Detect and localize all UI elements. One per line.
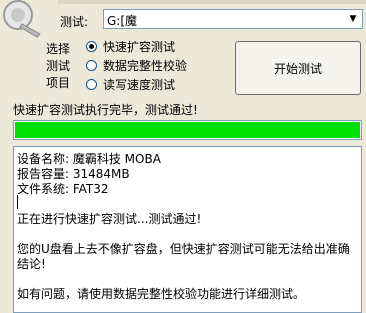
drive-select[interactable]: G:[魔 ▼ [103, 9, 363, 29]
radio-read-write-speed-test[interactable]: 读写速度测试 [86, 76, 175, 93]
drive-value: G:[魔 [107, 14, 138, 28]
log-line: 结论! [17, 257, 46, 271]
mode-label-line: 项目 [46, 76, 71, 90]
radio-data-integrity-check[interactable]: 数据完整性校验 [86, 57, 187, 74]
test-mode-label: 选择 测试 项目 [46, 41, 70, 92]
radio-label: 快速扩容测试 [103, 40, 176, 54]
status-message: 快速扩容测试执行完毕，测试通过! [13, 103, 198, 117]
title-strip [58, 0, 366, 4]
drive-label: 测试: [60, 15, 89, 29]
progress-fill [15, 122, 360, 138]
radio-button[interactable] [86, 41, 97, 52]
radio-label: 读写速度测试 [103, 78, 176, 92]
progress-bar [13, 120, 362, 140]
log-line: 您的U盘看上去不像扩容盘，但快速扩容测试可能无法给出准确 [17, 242, 350, 256]
mode-label-line: 测试 [46, 59, 71, 73]
result-log[interactable]: 设备名称: 魔霸科技 MOBA 报告容量: 31484MB 文件系统: FAT3… [13, 146, 362, 313]
start-test-button[interactable]: 开始测试 [235, 41, 361, 95]
text-cursor [17, 195, 18, 209]
radio-quick-capacity-test[interactable]: 快速扩容测试 [86, 38, 175, 55]
mode-label-line: 选择 [46, 42, 71, 56]
app-logo-icon [3, 0, 41, 38]
radio-button[interactable] [86, 60, 97, 71]
log-line: 正在进行快速扩容测试...测试通过! [17, 212, 202, 226]
log-line: 如有问题，请使用数据完整性校验功能进行详细测试。 [17, 287, 306, 301]
log-line: 文件系统: FAT32 [17, 182, 109, 196]
radio-button[interactable] [86, 79, 97, 90]
radio-label: 数据完整性校验 [103, 59, 188, 73]
chevron-down-icon[interactable]: ▼ [344, 10, 362, 28]
